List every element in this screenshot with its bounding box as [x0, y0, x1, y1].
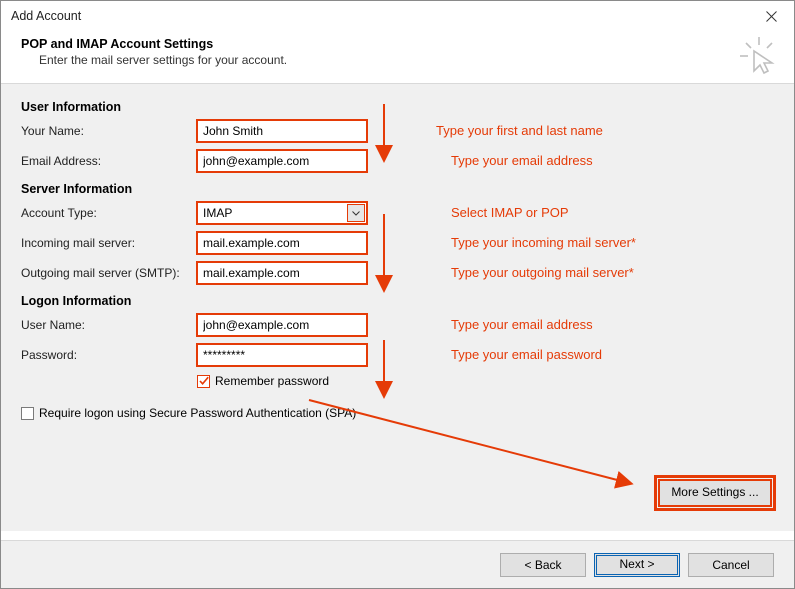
dialog-header: POP and IMAP Account Settings Enter the … — [1, 31, 794, 84]
more-settings-button[interactable]: More Settings ... — [658, 479, 772, 507]
cursor-icon — [740, 37, 778, 78]
checkbox-spa[interactable] — [21, 407, 34, 420]
dropdown-button[interactable] — [347, 204, 365, 222]
back-button[interactable]: < Back — [500, 553, 586, 577]
hint-account-type: Select IMAP or POP — [451, 205, 569, 220]
row-remember-password: Remember password — [197, 374, 774, 388]
input-username[interactable] — [197, 314, 367, 336]
label-incoming: Incoming mail server: — [21, 236, 197, 250]
input-outgoing[interactable] — [197, 262, 367, 284]
input-your-name[interactable] — [197, 120, 367, 142]
label-spa: Require logon using Secure Password Auth… — [39, 406, 356, 420]
next-button[interactable]: Next > — [594, 553, 680, 577]
select-account-type[interactable]: IMAP — [197, 202, 367, 224]
section-logon-info: Logon Information — [21, 294, 774, 308]
header-heading: POP and IMAP Account Settings — [21, 37, 774, 51]
hint-password: Type your email password — [451, 347, 602, 362]
row-incoming: Incoming mail server: Type your incoming… — [21, 232, 774, 254]
select-account-type-value: IMAP — [203, 206, 232, 220]
row-username: User Name: Type your email address — [21, 314, 774, 336]
input-password[interactable] — [197, 344, 367, 366]
label-password: Password: — [21, 348, 197, 362]
label-account-type: Account Type: — [21, 206, 197, 220]
hint-your-name: Type your first and last name — [436, 123, 603, 138]
hint-username: Type your email address — [451, 317, 593, 332]
row-password: Password: Type your email password — [21, 344, 774, 366]
hint-incoming: Type your incoming mail server* — [451, 235, 636, 250]
row-outgoing: Outgoing mail server (SMTP): Type your o… — [21, 262, 774, 284]
titlebar: Add Account — [1, 1, 794, 31]
cancel-button[interactable]: Cancel — [688, 553, 774, 577]
close-button[interactable] — [748, 1, 794, 31]
label-your-name: Your Name: — [21, 124, 197, 138]
add-account-dialog: Add Account POP and IMAP Account Setting… — [0, 0, 795, 589]
row-spa: Require logon using Secure Password Auth… — [21, 406, 774, 420]
row-your-name: Your Name: Type your first and last name — [21, 120, 774, 142]
label-outgoing: Outgoing mail server (SMTP): — [21, 266, 197, 280]
label-email: Email Address: — [21, 154, 197, 168]
check-icon — [199, 376, 209, 386]
input-email[interactable] — [197, 150, 367, 172]
label-username: User Name: — [21, 318, 197, 332]
hint-email: Type your email address — [451, 153, 593, 168]
label-remember-password: Remember password — [215, 374, 329, 388]
row-account-type: Account Type: IMAP Select IMAP or POP — [21, 202, 774, 224]
close-icon — [766, 11, 777, 22]
dialog-footer: < Back Next > Cancel — [1, 540, 794, 588]
hint-outgoing: Type your outgoing mail server* — [451, 265, 634, 280]
chevron-down-icon — [352, 211, 360, 216]
input-incoming[interactable] — [197, 232, 367, 254]
window-title: Add Account — [11, 9, 748, 23]
dialog-body: User Information Your Name: Type your fi… — [1, 84, 794, 531]
section-server-info: Server Information — [21, 182, 774, 196]
section-user-info: User Information — [21, 100, 774, 114]
header-subtitle: Enter the mail server settings for your … — [21, 53, 774, 67]
checkbox-remember-password[interactable] — [197, 375, 210, 388]
row-email: Email Address: Type your email address — [21, 150, 774, 172]
